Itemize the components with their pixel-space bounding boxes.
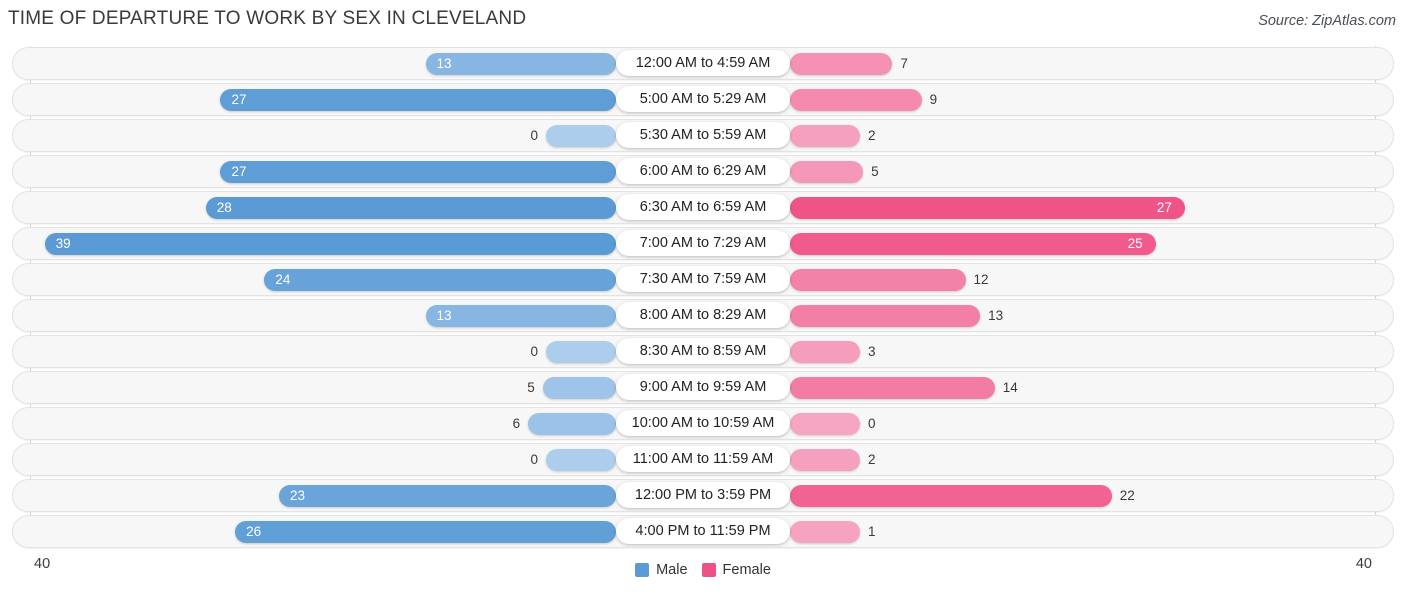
bar-rows: 13 7 12:00 AM to 4:59 AM 27 9 5:00 AM to 5:29… bbox=[0, 46, 1406, 550]
female-value-label: 2 bbox=[868, 452, 876, 467]
category-label-pill: 10:00 AM to 10:59 AM bbox=[616, 410, 790, 436]
category-label-pill: 7:00 AM to 7:29 AM bbox=[616, 230, 790, 256]
legend-label: Male bbox=[656, 562, 688, 578]
chart-axis: 40 40 Male Female bbox=[0, 548, 1406, 594]
male-value-label: 6 bbox=[512, 416, 521, 431]
male-value-label: 39 bbox=[55, 236, 71, 251]
female-value-label: 5 bbox=[871, 164, 879, 179]
female-value-label: 14 bbox=[1002, 380, 1018, 395]
female-bar[interactable] bbox=[790, 233, 1156, 255]
female-value-label: 12 bbox=[973, 272, 989, 287]
female-value-label: 7 bbox=[900, 56, 908, 71]
chart-row: 5 14 9:00 AM to 9:59 AM bbox=[0, 370, 1406, 406]
female-bar[interactable] bbox=[790, 341, 860, 363]
male-bar[interactable] bbox=[546, 341, 616, 363]
chart-row: 23 22 12:00 PM to 3:59 PM bbox=[0, 478, 1406, 514]
male-value-label: 13 bbox=[436, 56, 452, 71]
female-bar[interactable] bbox=[790, 413, 860, 435]
male-value-label: 23 bbox=[290, 488, 306, 503]
chart-row: 0 3 8:30 AM to 8:59 AM bbox=[0, 334, 1406, 370]
male-value-label: 28 bbox=[216, 200, 232, 215]
category-label-pill: 9:00 AM to 9:59 AM bbox=[616, 374, 790, 400]
female-bar[interactable] bbox=[790, 53, 893, 75]
chart-root: TIME OF DEPARTURE TO WORK BY SEX IN CLEV… bbox=[0, 0, 1406, 594]
male-bar[interactable] bbox=[220, 89, 616, 111]
chart-row: 6 0 10:00 AM to 10:59 AM bbox=[0, 406, 1406, 442]
category-label-pill: 11:00 AM to 11:59 AM bbox=[616, 446, 790, 472]
male-value-label: 27 bbox=[231, 92, 247, 107]
category-label-pill: 12:00 PM to 3:59 PM bbox=[616, 482, 790, 508]
male-bar[interactable] bbox=[546, 449, 616, 471]
chart-row: 39 25 7:00 AM to 7:29 AM bbox=[0, 226, 1406, 262]
category-label-pill: 5:00 AM to 5:29 AM bbox=[616, 86, 790, 112]
female-value-label: 22 bbox=[1119, 488, 1135, 503]
male-value-label: 0 bbox=[530, 452, 538, 467]
category-label-pill: 8:30 AM to 8:59 AM bbox=[616, 338, 790, 364]
category-label-pill: 6:30 AM to 6:59 AM bbox=[616, 194, 790, 220]
female-value-label: 27 bbox=[1156, 200, 1172, 215]
male-bar[interactable] bbox=[546, 125, 616, 147]
female-bar[interactable] bbox=[790, 89, 922, 111]
male-bar[interactable] bbox=[264, 269, 616, 291]
category-label-pill: 6:00 AM to 6:29 AM bbox=[616, 158, 790, 184]
male-value-label: 0 bbox=[530, 344, 538, 359]
female-bar[interactable] bbox=[790, 449, 860, 471]
female-bar[interactable] bbox=[790, 377, 995, 399]
female-value-label: 3 bbox=[868, 344, 876, 359]
male-swatch bbox=[635, 563, 650, 577]
chart-row: 13 7 12:00 AM to 4:59 AM bbox=[0, 46, 1406, 82]
legend-item[interactable]: Male bbox=[635, 562, 688, 578]
male-value-label: 0 bbox=[530, 128, 538, 143]
legend-item[interactable]: Female bbox=[701, 562, 771, 578]
male-bar[interactable] bbox=[44, 233, 616, 255]
male-value-label: 27 bbox=[231, 164, 247, 179]
chart-row: 27 9 5:00 AM to 5:29 AM bbox=[0, 82, 1406, 118]
male-value-label: 5 bbox=[527, 380, 535, 395]
female-bar[interactable] bbox=[790, 269, 966, 291]
male-value-label: 24 bbox=[275, 272, 291, 287]
chart-row: 27 5 6:00 AM to 6:29 AM bbox=[0, 154, 1406, 190]
male-value-label: 26 bbox=[246, 524, 262, 539]
category-label-pill: 7:30 AM to 7:59 AM bbox=[616, 266, 790, 292]
female-value-label: 13 bbox=[988, 308, 1004, 323]
chart-row: 13 13 8:00 AM to 8:29 AM bbox=[0, 298, 1406, 334]
female-bar[interactable] bbox=[790, 305, 981, 327]
category-label-pill: 8:00 AM to 8:29 AM bbox=[616, 302, 790, 328]
category-label-pill: 4:00 PM to 11:59 PM bbox=[616, 518, 790, 544]
chart-row: 24 12 7:30 AM to 7:59 AM bbox=[0, 262, 1406, 298]
female-bar[interactable] bbox=[790, 521, 860, 543]
category-label-pill: 5:30 AM to 5:59 AM bbox=[616, 122, 790, 148]
female-value-label: 25 bbox=[1127, 236, 1143, 251]
male-bar[interactable] bbox=[205, 197, 616, 219]
chart-row: 0 2 11:00 AM to 11:59 AM bbox=[0, 442, 1406, 478]
female-bar[interactable] bbox=[790, 125, 860, 147]
female-value-label: 0 bbox=[868, 416, 876, 431]
male-bar[interactable] bbox=[425, 305, 616, 327]
chart-row: 28 27 6:30 AM to 6:59 AM bbox=[0, 190, 1406, 226]
chart-row: 0 2 5:30 AM to 5:59 AM bbox=[0, 118, 1406, 154]
male-bar[interactable] bbox=[528, 413, 616, 435]
female-swatch bbox=[701, 563, 716, 577]
category-label-pill: 12:00 AM to 4:59 AM bbox=[616, 50, 790, 76]
female-bar[interactable] bbox=[790, 197, 1185, 219]
male-value-label: 13 bbox=[436, 308, 452, 323]
male-bar[interactable] bbox=[542, 377, 616, 399]
chart-row: 26 1 4:00 PM to 11:59 PM bbox=[0, 514, 1406, 550]
male-bar[interactable] bbox=[220, 161, 616, 183]
female-value-label: 2 bbox=[868, 128, 876, 143]
female-value-label: 9 bbox=[929, 92, 938, 107]
source-attribution: Source: ZipAtlas.com bbox=[1258, 13, 1396, 29]
chart-plot-area: 13 7 12:00 AM to 4:59 AM 27 9 5:00 AM to 5:29… bbox=[0, 46, 1406, 548]
chart-legend: Male Female bbox=[0, 562, 1406, 578]
male-bar[interactable] bbox=[425, 53, 616, 75]
female-bar[interactable] bbox=[790, 485, 1112, 507]
male-bar[interactable] bbox=[235, 521, 616, 543]
legend-label: Female bbox=[722, 562, 771, 578]
male-bar[interactable] bbox=[279, 485, 616, 507]
page-title: TIME OF DEPARTURE TO WORK BY SEX IN CLEV… bbox=[8, 8, 527, 29]
female-bar[interactable] bbox=[790, 161, 864, 183]
female-value-label: 1 bbox=[868, 524, 876, 539]
